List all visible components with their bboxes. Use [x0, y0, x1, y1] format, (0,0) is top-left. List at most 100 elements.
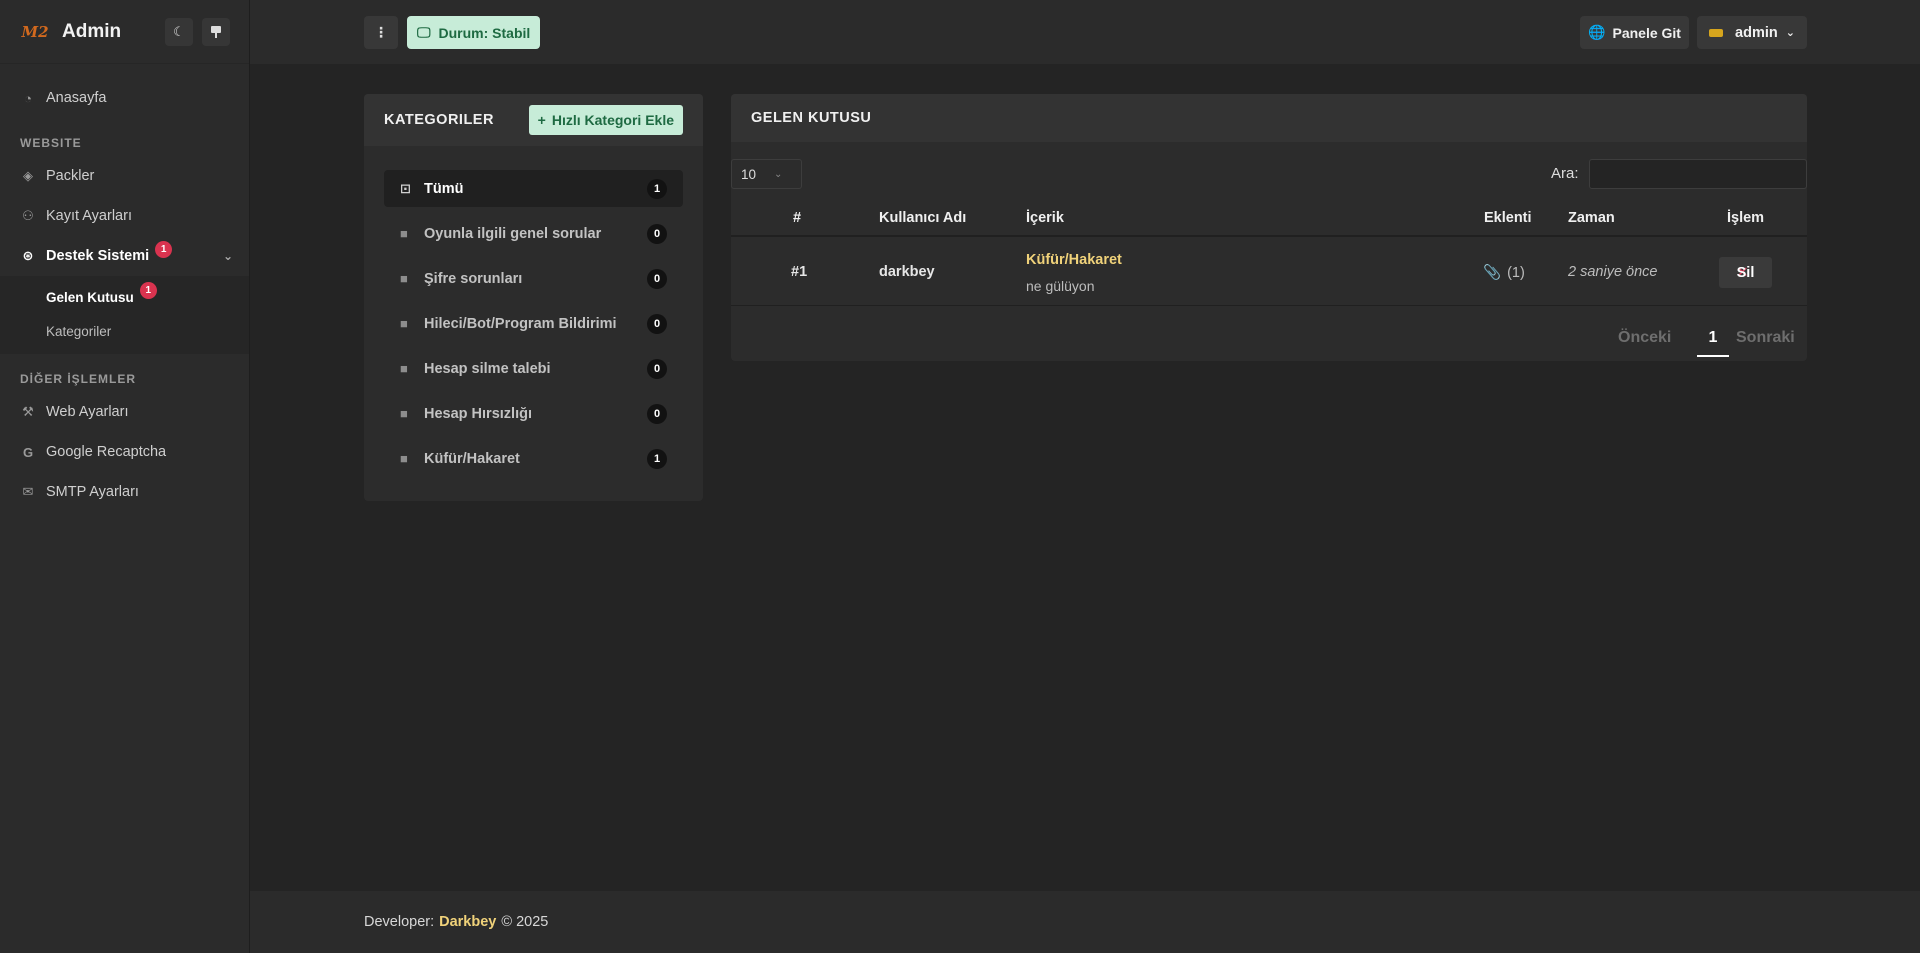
- notification-badge: 1: [139, 281, 157, 299]
- user-icon: ⚇: [22, 208, 34, 223]
- ticket-attachments[interactable]: 📎 (1): [1483, 264, 1525, 281]
- categories-header: KATEGORILER + Hızlı Kategori Ekle: [364, 94, 703, 146]
- sidebar-item-anasayfa[interactable]: ◔ Anasayfa: [0, 78, 249, 118]
- more-options-button[interactable]: ⋮: [364, 16, 398, 49]
- dashboard-icon: ◔: [24, 90, 32, 106]
- chevron-down-icon[interactable]: ⌄: [223, 249, 233, 263]
- category-label: Tümü: [424, 180, 464, 197]
- folder-icon: ■: [400, 451, 408, 466]
- inbox-icon: ⊡: [400, 180, 411, 196]
- category-list: ⊡ Tümü 1 ■ Oyunla ilgili genel sorular 0…: [364, 146, 703, 477]
- sidebar-item-destek-sistemi[interactable]: ⊛ Destek Sistemi 1 ⌄: [0, 236, 249, 276]
- layers-icon: ◈: [23, 168, 33, 183]
- mail-icon: ✉: [22, 484, 34, 499]
- sidebar-item-label: Destek Sistemi: [46, 248, 150, 264]
- quick-add-category-button[interactable]: + Hızlı Kategori Ekle: [528, 105, 683, 135]
- brand: M2 Admin ☾: [0, 0, 249, 64]
- category-count: 1: [647, 178, 667, 199]
- category-label: Küfür/Hakaret: [424, 450, 520, 467]
- column-header[interactable]: Eklenti: [1484, 210, 1532, 226]
- pagination-next[interactable]: Sonraki: [1736, 329, 1795, 347]
- inbox-panel: GELEN KUTUSU 10 ⌄ Ara: # Kullanıcı Adı İ…: [731, 94, 1807, 361]
- folder-icon: ■: [400, 271, 408, 286]
- footer-prefix: Developer:: [364, 914, 435, 930]
- category-item[interactable]: ■ Oyunla ilgili genel sorular 0: [384, 215, 683, 252]
- category-item[interactable]: ■ Hesap Hırsızlığı 0: [384, 395, 683, 432]
- sidebar-subitem-kategoriler[interactable]: Kategoriler: [0, 314, 249, 348]
- sidebar-item-label: Google Recaptcha: [46, 444, 167, 460]
- sidebar-subitem-label: Kategoriler: [46, 323, 112, 339]
- ticket-id: #1: [791, 264, 808, 280]
- column-header[interactable]: Kullanıcı Adı: [879, 210, 966, 226]
- column-header[interactable]: İşlem: [1727, 210, 1764, 226]
- vertical-dots-icon: ⋮: [374, 24, 388, 40]
- status-button[interactable]: 🖵 Durum: Stabil: [407, 16, 541, 49]
- delete-label: Sil: [1736, 264, 1755, 281]
- add-category-label: Hızlı Kategori Ekle: [551, 112, 674, 128]
- category-count: 0: [647, 313, 667, 334]
- ticket-username: darkbey: [879, 264, 935, 280]
- monitor-icon: 🖵: [417, 24, 431, 40]
- category-count: 0: [647, 358, 667, 379]
- category-label: Hesap Hırsızlığı: [424, 405, 532, 422]
- user-menu-button[interactable]: admin ⌄: [1697, 16, 1807, 49]
- sidebar: M2 Admin ☾ ◔ Anasayfa WEBSITE ◈ Packler …: [0, 0, 250, 953]
- developer-link[interactable]: Darkbey: [439, 914, 496, 930]
- pin-icon: [211, 26, 221, 38]
- categories-title: KATEGORILER: [384, 112, 494, 128]
- avatar: [1709, 28, 1724, 37]
- column-header[interactable]: İçerik: [1026, 210, 1064, 226]
- sidebar-subitem-gelen-kutusu[interactable]: Gelen Kutusu 1: [0, 280, 249, 314]
- column-header[interactable]: Zaman: [1568, 210, 1615, 226]
- category-item[interactable]: ■ Hileci/Bot/Program Bildirimi 0: [384, 305, 683, 342]
- sidebar-item-kayit-ayarlari[interactable]: ⚇ Kayıt Ayarları: [0, 196, 249, 236]
- category-count: 0: [647, 223, 667, 244]
- sidebar-item-google-recaptcha[interactable]: G Google Recaptcha: [0, 432, 249, 472]
- category-count: 1: [647, 448, 667, 469]
- sidebar-item-label: Web Ayarları: [46, 404, 129, 420]
- delete-button[interactable]: ✕ Sil: [1719, 257, 1772, 288]
- column-header[interactable]: #: [793, 210, 801, 226]
- google-icon: G: [22, 444, 34, 460]
- brand-name[interactable]: Admin: [62, 21, 121, 43]
- page-length-select[interactable]: 10 ⌄: [731, 159, 802, 189]
- wrench-icon: ⚒: [22, 404, 34, 419]
- pagination-current-page[interactable]: 1: [1697, 329, 1729, 357]
- brand-logo[interactable]: M2: [20, 17, 50, 47]
- category-item-all[interactable]: ⊡ Tümü 1: [384, 170, 683, 207]
- paperclip-icon: 📎: [1483, 265, 1502, 281]
- chevron-down-icon: ⌄: [1785, 27, 1795, 39]
- sidebar-item-label: SMTP Ayarları: [46, 484, 139, 500]
- sidebar-heading-website: WEBSITE: [20, 136, 82, 150]
- sidebar-item-web-ayarlari[interactable]: ⚒ Web Ayarları: [0, 392, 249, 432]
- ticket-subject[interactable]: Küfür/Hakaret: [1026, 252, 1122, 268]
- category-item[interactable]: ■ Hesap silme talebi 0: [384, 350, 683, 387]
- sidebar-heading-diger: DİĞER İŞLEMLER: [20, 372, 137, 386]
- folder-icon: ■: [400, 226, 408, 241]
- categories-panel: KATEGORILER + Hızlı Kategori Ekle ⊡ Tümü…: [364, 94, 703, 501]
- go-to-panel-button[interactable]: 🌐 Panele Git: [1580, 16, 1689, 49]
- table-row[interactable]: #1 darkbey Küfür/Hakaret ne gülüyon 📎 (1)…: [731, 239, 1807, 306]
- sidebar-item-smtp-ayarlari[interactable]: ✉ SMTP Ayarları: [0, 472, 249, 512]
- category-label: Hileci/Bot/Program Bildirimi: [424, 315, 617, 332]
- dark-mode-toggle[interactable]: ☾: [165, 18, 193, 46]
- ticket-snippet: ne gülüyon: [1026, 278, 1095, 294]
- status-label: Durum: Stabil: [438, 24, 531, 41]
- attachment-count: (1): [1507, 265, 1525, 281]
- category-count: 0: [647, 268, 667, 289]
- globe-icon: 🌐: [1588, 24, 1606, 40]
- category-item[interactable]: ■ Küfür/Hakaret 1: [384, 440, 683, 477]
- table-header: # Kullanıcı Adı İçerik Eklenti Zaman İşl…: [731, 198, 1807, 237]
- lifebuoy-icon: ⊛: [22, 248, 34, 263]
- category-item[interactable]: ■ Şifre sorunları 0: [384, 260, 683, 297]
- search-input[interactable]: [1589, 159, 1807, 189]
- layout-toggle-button[interactable]: [202, 18, 230, 46]
- search-label: Ara:: [1551, 165, 1579, 182]
- sidebar-item-packler[interactable]: ◈ Packler: [0, 156, 249, 196]
- pagination-previous[interactable]: Önceki: [1618, 329, 1671, 347]
- folder-icon: ■: [400, 316, 408, 331]
- sidebar-item-label: Packler: [46, 168, 95, 184]
- category-label: Şifre sorunları: [424, 270, 523, 287]
- folder-icon: ■: [400, 361, 408, 376]
- category-count: 0: [647, 403, 667, 424]
